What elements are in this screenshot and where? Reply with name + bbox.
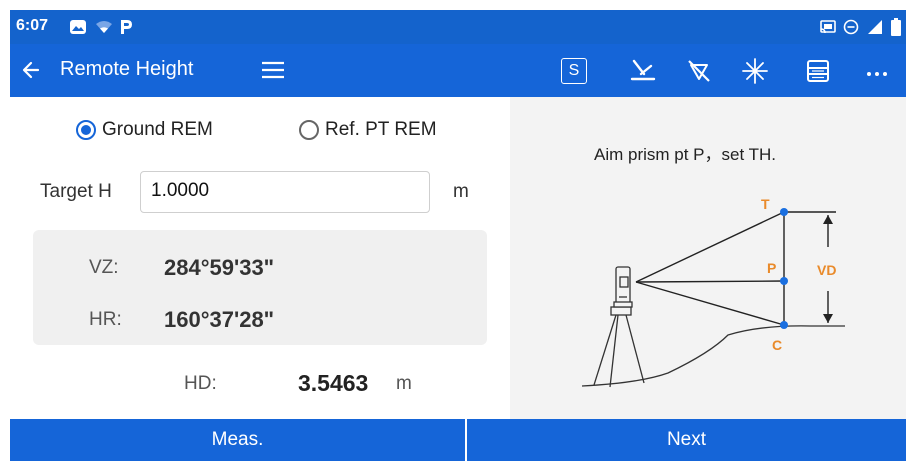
label-t: T — [761, 196, 770, 212]
target-h-input[interactable]: 1.0000 — [140, 171, 430, 213]
radio-ground-rem-label: Ground REM — [102, 119, 213, 140]
laser-plummet-icon[interactable] — [628, 56, 658, 86]
star-icon[interactable] — [740, 56, 770, 86]
target-h-unit: m — [453, 181, 469, 202]
label-c: C — [772, 337, 782, 353]
hr-value: 160°37'28" — [164, 307, 275, 332]
do-not-disturb-icon — [842, 18, 860, 36]
hd-unit: m — [396, 373, 412, 394]
signal-icon — [866, 18, 884, 36]
hd-value: 3.5463 — [298, 370, 369, 396]
point-t-marker — [780, 208, 788, 216]
vz-value: 284°59'33" — [164, 255, 275, 280]
diagram-panel: Aim prism pt P，set TH. T P C VD — [510, 97, 906, 419]
hr-label: HR: — [89, 309, 122, 330]
remote-height-diagram: T P C VD — [581, 196, 845, 388]
no-prism-icon[interactable] — [684, 56, 714, 86]
next-button[interactable]: Next — [467, 419, 906, 461]
tripod-icon — [593, 306, 645, 388]
radio-ref-pt-rem[interactable]: Ref. PT REM — [299, 119, 437, 141]
app-screen: 6:07 Remote Height S Ground REM Ref. PT … — [0, 0, 906, 461]
s-icon: S — [561, 58, 587, 84]
radio-ref-pt-rem-label: Ref. PT REM — [325, 119, 437, 140]
label-vd: VD — [817, 262, 836, 278]
s-button[interactable]: S — [559, 56, 589, 86]
hamburger-menu-icon[interactable] — [260, 58, 286, 82]
input-panel: Ground REM Ref. PT REM Target H 1.0000 m… — [10, 97, 510, 419]
radio-unselected-icon — [299, 120, 319, 140]
point-p-marker — [780, 277, 788, 285]
ground-line — [581, 325, 845, 387]
list-icon[interactable] — [803, 56, 833, 86]
p-app-icon — [118, 18, 134, 36]
radio-ground-rem[interactable]: Ground REM — [76, 119, 213, 141]
status-bar: 6:07 — [10, 10, 906, 44]
back-arrow-icon[interactable] — [18, 56, 46, 84]
image-app-icon — [68, 18, 88, 36]
battery-icon — [890, 18, 902, 36]
more-icon[interactable] — [862, 56, 892, 86]
point-c-marker — [780, 321, 788, 329]
vz-label: VZ: — [89, 257, 119, 278]
wifi-icon — [94, 18, 114, 36]
hd-label: HD: — [184, 373, 217, 394]
cast-icon — [818, 18, 838, 36]
target-h-label: Target H — [40, 181, 112, 202]
status-time: 6:07 — [16, 17, 49, 34]
app-bar: Remote Height S — [10, 44, 906, 97]
meas-button[interactable]: Meas. — [10, 419, 465, 461]
radio-selected-icon — [76, 120, 96, 140]
page-title: Remote Height — [60, 58, 194, 80]
angle-readout-box: VZ: 284°59'33" HR: 160°37'28" — [33, 230, 487, 345]
total-station-icon — [613, 266, 633, 308]
label-p: P — [767, 260, 776, 276]
sight-lines — [635, 211, 836, 326]
